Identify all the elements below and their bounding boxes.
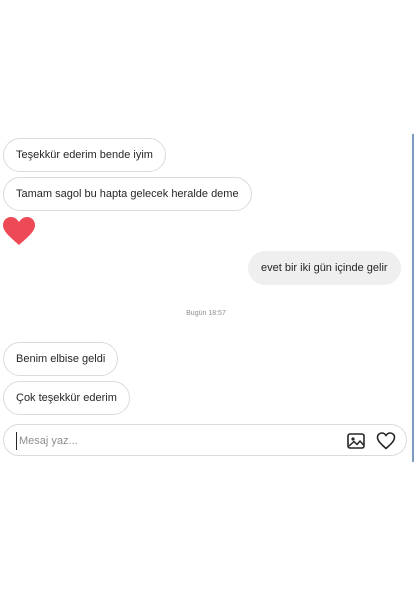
message-text: Tamam sagol bu hapta gelecek heralde dem… — [16, 188, 239, 200]
message-bubble-received[interactable]: Teşekkür ederim bende iyim — [3, 138, 166, 172]
message-bubble-sent[interactable]: evet bir iki gün içinde gelir — [248, 251, 401, 285]
message-text: evet bir iki gün içinde gelir — [261, 262, 388, 274]
message-text: Teşekkür ederim bende iyim — [16, 149, 153, 161]
image-icon[interactable] — [346, 431, 366, 451]
message-composer — [3, 424, 407, 456]
panel-divider — [412, 134, 414, 462]
heart-outline-icon[interactable] — [376, 431, 396, 451]
message-bubble-received[interactable]: Çok teşekkür ederim — [3, 381, 130, 415]
message-bubble-received[interactable]: Tamam sagol bu hapta gelecek heralde dem… — [3, 177, 252, 211]
message-bubble-received[interactable]: Benim elbise geldi — [3, 342, 119, 376]
message-input[interactable] — [16, 432, 319, 450]
message-text: Benim elbise geldi — [16, 353, 106, 365]
dm-page: Teşekkür ederim bende iyim Tamam sagol b… — [0, 0, 416, 600]
heart-icon — [3, 217, 35, 245]
message-text: Çok teşekkür ederim — [16, 392, 117, 404]
message-timestamp: Bugün 18:57 — [186, 310, 226, 317]
heart-message[interactable] — [2, 216, 36, 246]
